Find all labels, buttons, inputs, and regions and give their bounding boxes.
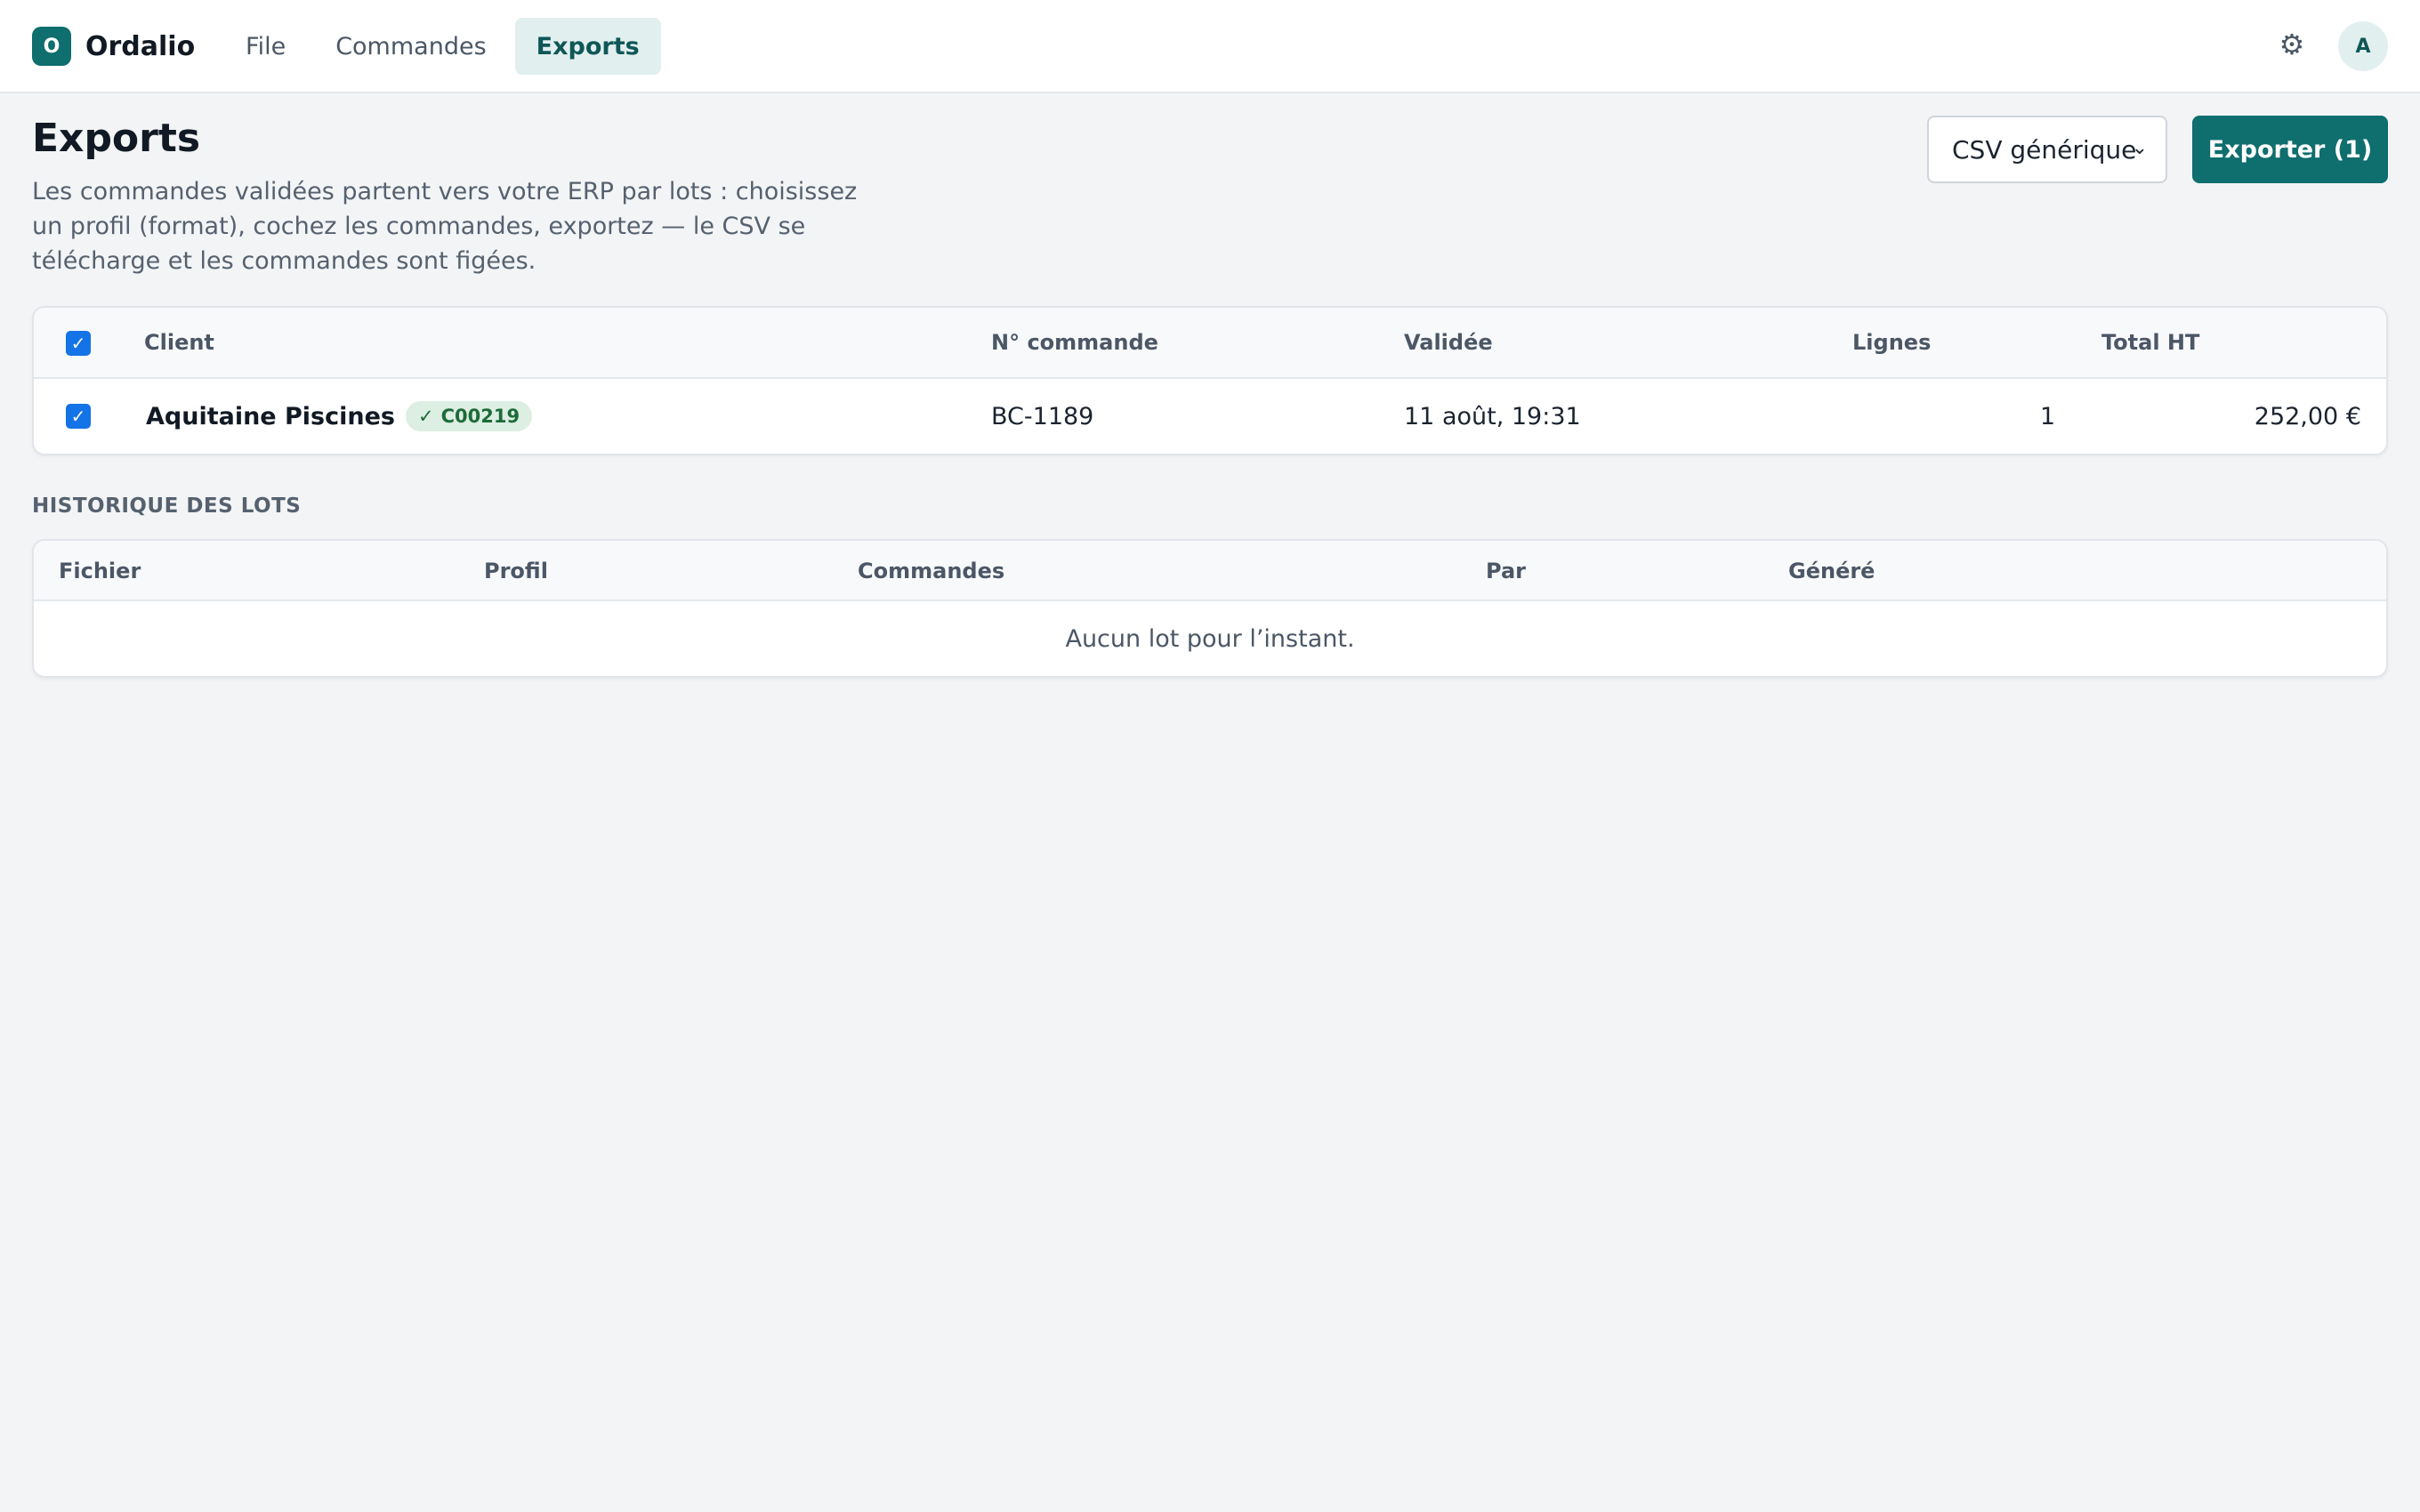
nav-item-commandes[interactable]: Commandes: [314, 18, 507, 75]
column-header-lines[interactable]: Lignes: [1852, 330, 1931, 355]
column-header-generated[interactable]: Généré: [1788, 559, 1875, 583]
client-code-badge: ✓ C00219: [406, 401, 533, 431]
avatar[interactable]: A: [2338, 21, 2388, 71]
total-ht: 252,00 €: [2254, 403, 2361, 430]
select-all-checkbox[interactable]: ✓: [66, 331, 91, 356]
client-cell: Aquitaine Piscines ✓ C00219: [146, 398, 533, 434]
order-number: BC-1189: [991, 403, 1094, 430]
main-nav: File Commandes Exports: [224, 18, 668, 75]
column-header-profile[interactable]: Profil: [484, 559, 548, 583]
top-bar: O Ordalio File Commandes Exports ⚙ A: [0, 0, 2420, 93]
profile-select-value: CSV générique: [1952, 134, 2137, 165]
column-header-validated[interactable]: Validée: [1404, 330, 1493, 355]
history-section-label: HISTORIQUE DES LOTS: [32, 495, 302, 518]
history-table: Fichier Profil Commandes Par Généré Aucu…: [32, 539, 2388, 678]
brand-name: Ordalio: [85, 30, 196, 62]
lines-count: 1: [2039, 403, 2055, 430]
page-description: Les commandes validées partent vers votr…: [32, 178, 858, 275]
nav-item-exports[interactable]: Exports: [514, 18, 661, 75]
profile-select[interactable]: CSV générique ⌄: [1927, 116, 2167, 183]
orders-table: ✓ Client N° commande Validée Lignes Tota…: [32, 306, 2388, 455]
brand-logo-icon: O: [32, 27, 71, 66]
column-header-total[interactable]: Total HT: [2101, 330, 2199, 355]
brand[interactable]: O Ordalio: [32, 26, 195, 67]
nav-item-file[interactable]: File: [224, 18, 307, 75]
history-empty-message: Aucun lot pour l’instant.: [1065, 624, 1355, 653]
column-header-orders[interactable]: Commandes: [858, 559, 1004, 583]
column-header-by[interactable]: Par: [1486, 559, 1526, 583]
history-table-header: Fichier Profil Commandes Par Généré: [34, 541, 2386, 601]
orders-table-header: ✓ Client N° commande Validée Lignes Tota…: [34, 308, 2386, 379]
validated-date: 11 août, 19:31: [1404, 403, 1581, 430]
export-button[interactable]: Exporter (1): [2192, 116, 2388, 183]
column-header-file[interactable]: Fichier: [59, 559, 141, 583]
client-code: C00219: [440, 406, 520, 427]
column-header-client[interactable]: Client: [144, 330, 214, 355]
table-row[interactable]: ✓ Aquitaine Piscines ✓ C00219 BC-1189 11…: [34, 379, 2386, 454]
column-header-order-number[interactable]: N° commande: [991, 330, 1158, 355]
gear-icon[interactable]: ⚙: [2269, 21, 2315, 68]
chevron-down-icon: ⌄: [2131, 137, 2148, 159]
row-checkbox[interactable]: ✓: [66, 404, 91, 429]
page-title: Exports: [32, 116, 201, 161]
check-icon: ✓: [418, 406, 434, 427]
client-name: Aquitaine Piscines: [146, 402, 395, 430]
